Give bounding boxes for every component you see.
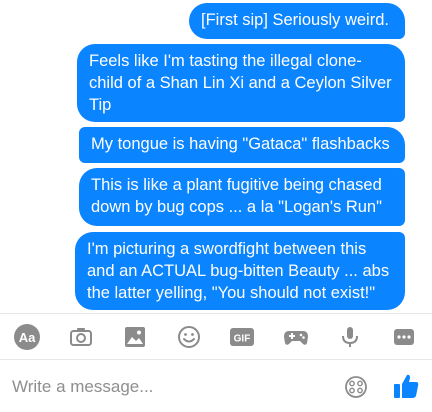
message-bubble[interactable]: This is like a plant fugitive being chas… (79, 168, 405, 226)
more-icon[interactable] (389, 322, 419, 352)
camera-icon[interactable] (66, 322, 96, 352)
gif-icon[interactable]: GIF (227, 322, 257, 352)
message-bubble[interactable]: [First sip] Seriously weird. (189, 3, 405, 39)
microphone-icon[interactable] (335, 322, 365, 352)
attachment-toolbar: Aa GIF (0, 313, 432, 359)
emoji-icon[interactable] (174, 322, 204, 352)
thumbs-up-icon[interactable] (392, 371, 420, 401)
message-composer (0, 359, 432, 412)
gallery-icon[interactable] (120, 322, 150, 352)
gif-label: GIF (234, 334, 251, 345)
gamepad-icon[interactable] (281, 322, 311, 352)
message-input[interactable] (12, 370, 312, 404)
text-style-label: Aa (19, 330, 36, 345)
message-bubble[interactable]: My tongue is having "Gataca" flashbacks (79, 127, 405, 163)
sticker-icon[interactable] (343, 374, 369, 400)
text-style-icon[interactable]: Aa (12, 322, 42, 352)
message-thread: [First sip] Seriously weird. Feels like … (0, 0, 432, 313)
message-bubble[interactable]: Feels like I'm tasting the illegal clone… (77, 44, 405, 122)
message-bubble[interactable]: I'm picturing a swordfight between this … (75, 232, 405, 310)
